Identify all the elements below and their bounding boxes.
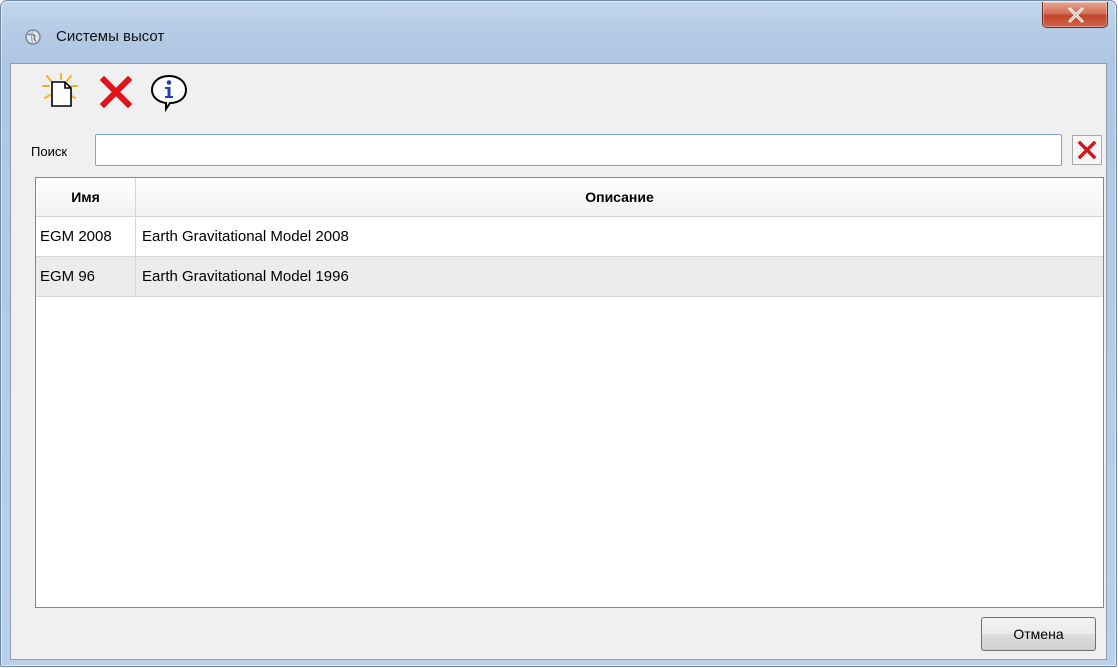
table-header: Имя Описание (36, 178, 1103, 217)
column-header-description[interactable]: Описание (136, 178, 1103, 216)
height-systems-table[interactable]: Имя Описание EGM 2008 Earth Gravitationa… (35, 177, 1104, 608)
delete-button[interactable] (96, 72, 136, 112)
close-icon (1068, 7, 1084, 23)
cell-description: Earth Gravitational Model 2008 (142, 228, 349, 245)
search-label: Поиск (31, 144, 68, 159)
clear-x-icon (1077, 140, 1097, 160)
close-button[interactable] (1042, 2, 1108, 28)
table-row[interactable]: EGM 2008 Earth Gravitational Model 2008 (36, 217, 1103, 257)
dialog-content: Поиск Имя Описание EGM 2008 Earth Gravit… (10, 63, 1107, 660)
column-header-name[interactable]: Имя (36, 178, 136, 216)
cell-description: Earth Gravitational Model 1996 (142, 268, 349, 285)
cell-name: EGM 2008 (40, 228, 112, 245)
info-icon (150, 74, 188, 113)
window-title: Системы высот (56, 28, 165, 45)
search-input[interactable] (95, 134, 1062, 166)
new-document-icon (42, 73, 78, 107)
search-clear-button[interactable] (1072, 135, 1102, 165)
delete-icon (99, 75, 133, 109)
cell-name: EGM 96 (40, 268, 96, 285)
info-button[interactable] (149, 72, 189, 113)
globe-icon (23, 27, 43, 47)
new-button[interactable] (41, 72, 81, 112)
column-divider (135, 217, 136, 256)
dialog-window: Системы высот Поиск Имя Описание EGM 200… (0, 0, 1117, 667)
table-row[interactable]: EGM 96 Earth Gravitational Model 1996 (36, 257, 1103, 297)
cancel-button[interactable]: Отмена (981, 617, 1096, 651)
column-divider (135, 257, 136, 296)
title-bar[interactable]: Системы высот (1, 1, 1116, 63)
